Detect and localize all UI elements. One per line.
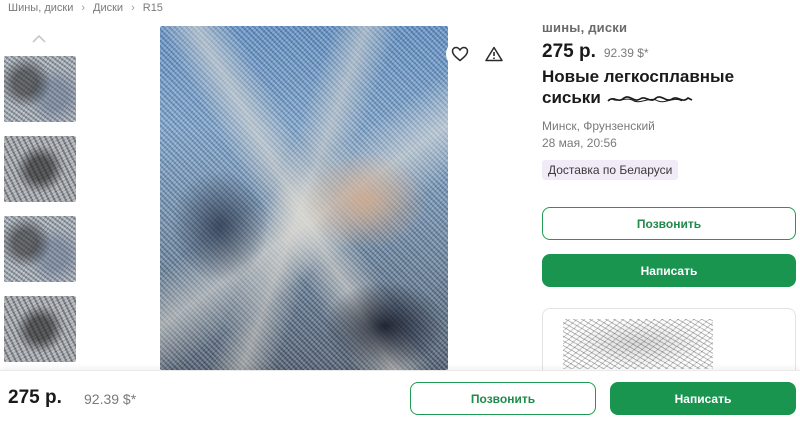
seller-info-redacted: [563, 319, 713, 369]
listing-price: 275 р.: [542, 41, 596, 62]
thumbnail-3[interactable]: [4, 216, 76, 282]
listing-category: шины, диски: [542, 20, 628, 35]
bottom-price-usd: 92.39 $*: [84, 391, 137, 407]
bottom-price: 275 р.: [8, 387, 62, 408]
thumbnail-4[interactable]: [4, 296, 76, 362]
listing-meta: Минск, Фрунзенский 28 мая, 20:56: [542, 118, 796, 152]
breadcrumb-separator: ›: [131, 2, 135, 14]
write-button[interactable]: Написать: [542, 254, 796, 287]
thumbnail-strip: [4, 30, 76, 370]
redacted-scribble: [606, 95, 692, 102]
breadcrumb: Шины, диски › Диски › R15: [8, 0, 163, 16]
breadcrumb-item-tires-wheels[interactable]: Шины, диски: [8, 2, 73, 14]
chevron-up-icon[interactable]: [32, 32, 46, 44]
thumbnail-1[interactable]: [4, 56, 76, 122]
bottom-write-button[interactable]: Написать: [610, 382, 796, 415]
breadcrumb-item-wheels[interactable]: Диски: [93, 2, 123, 14]
listing-info: шины, диски 275 р. 92.39 $* Новые легкос…: [542, 20, 796, 180]
call-button[interactable]: Позвонить: [542, 207, 796, 240]
price-row: 275 р. 92.39 $*: [542, 41, 796, 63]
heart-icon[interactable]: [446, 40, 474, 68]
listing-location: Минск, Фрунзенский: [542, 119, 655, 133]
warning-triangle-icon[interactable]: [480, 40, 508, 68]
listing-price-usd: 92.39 $*: [603, 46, 649, 60]
thumbnail-2[interactable]: [4, 136, 76, 202]
breadcrumb-separator: ›: [81, 2, 86, 14]
breadcrumb-item-r15[interactable]: R15: [143, 2, 163, 14]
sticky-bottom-bar: 275 р. 92.39 $* Позвонить Написать: [0, 370, 800, 424]
main-photo[interactable]: [160, 26, 448, 370]
listing-date: 28 мая, 20:56: [542, 136, 617, 150]
seller-card[interactable]: [542, 308, 796, 378]
delivery-badge: Доставка по Беларуси: [542, 160, 679, 180]
listing-title-wrap: Новые легкосплавные сиськи: [542, 66, 792, 108]
bottom-call-button[interactable]: Позвонить: [410, 382, 596, 415]
